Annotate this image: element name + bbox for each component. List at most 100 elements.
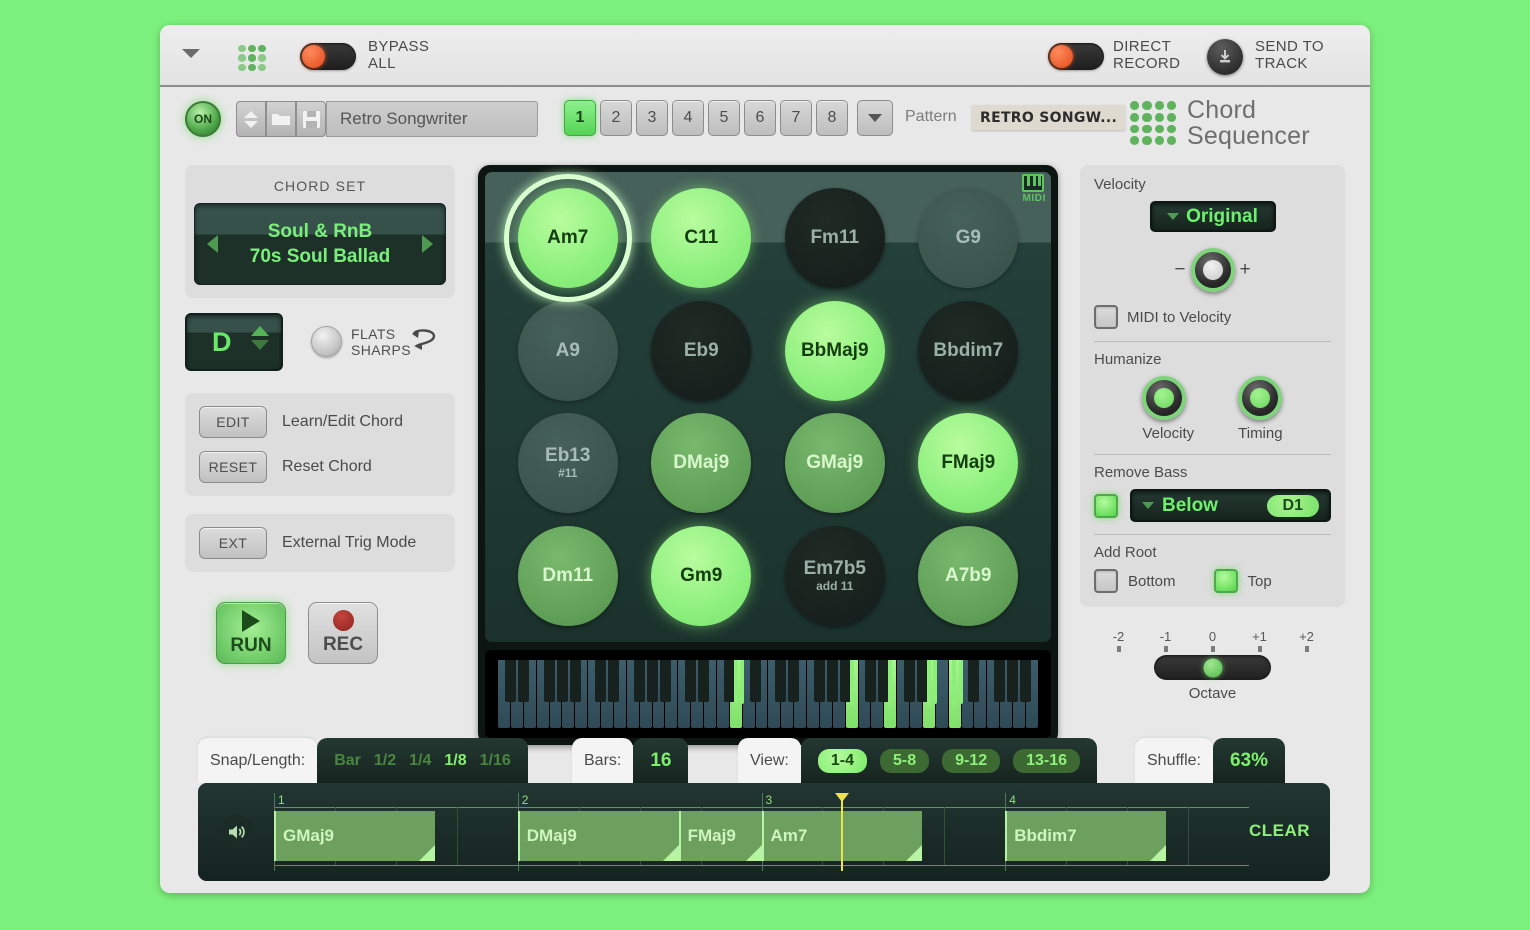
view-option-9-12[interactable]: 9-12 bbox=[942, 748, 1001, 773]
piano-black-key[interactable] bbox=[775, 660, 787, 702]
piano-black-key[interactable] bbox=[958, 660, 963, 704]
key-stepper[interactable] bbox=[251, 326, 269, 350]
view-options[interactable]: 1-4 5-8 9-12 13-16 bbox=[800, 738, 1098, 783]
remove-bass-dropdown[interactable]: Below D1 bbox=[1130, 489, 1331, 522]
chord-pad-cell[interactable]: Eb13 #11 bbox=[501, 407, 635, 520]
bypass-all-toggle[interactable] bbox=[300, 43, 356, 70]
piano-black-key[interactable] bbox=[518, 660, 530, 702]
pattern-dropdown-button[interactable] bbox=[857, 100, 893, 136]
snap-option-1-2[interactable]: 1/2 bbox=[374, 752, 396, 770]
open-preset-button[interactable] bbox=[266, 101, 296, 137]
add-root-top-checkbox[interactable] bbox=[1213, 569, 1238, 593]
chord-pad[interactable]: Em7b5 add 11 bbox=[784, 525, 885, 626]
chord-pad[interactable]: Bbdim7 bbox=[918, 300, 1019, 401]
octave-slider-handle[interactable] bbox=[1203, 658, 1222, 677]
chord-pad-cell[interactable]: DMaj9 bbox=[635, 407, 769, 520]
snap-option-1-8[interactable]: 1/8 bbox=[444, 752, 466, 770]
piano-black-key[interactable] bbox=[543, 660, 555, 702]
piano-black-key[interactable] bbox=[595, 660, 607, 702]
piano-black-key[interactable] bbox=[556, 660, 568, 702]
pattern-button-6[interactable]: 6 bbox=[744, 100, 776, 136]
key-selector-display[interactable]: D bbox=[185, 313, 283, 371]
velocity-knob[interactable] bbox=[1190, 248, 1235, 292]
pattern-button-3[interactable]: 3 bbox=[636, 100, 668, 136]
chord-pad[interactable]: Gm9 bbox=[651, 525, 752, 626]
save-preset-button[interactable] bbox=[296, 101, 326, 137]
chord-pad[interactable]: Fm11 bbox=[784, 188, 885, 289]
timeline-track[interactable]: 1 2 3 4 GMaj9 DMaj9 FMaj9 Am7 Bbdim7 bbox=[274, 793, 1249, 871]
key-up-arrow-icon[interactable] bbox=[251, 326, 269, 336]
pattern-button-8[interactable]: 8 bbox=[816, 100, 848, 136]
timeline-playhead[interactable] bbox=[835, 793, 850, 871]
clear-button[interactable]: CLEAR bbox=[1249, 821, 1310, 841]
pattern-button-2[interactable]: 2 bbox=[600, 100, 632, 136]
chord-pad[interactable]: C11 bbox=[651, 188, 752, 289]
preset-stepper-button[interactable] bbox=[236, 101, 266, 137]
timeline-clip[interactable]: DMaj9 bbox=[517, 811, 679, 861]
piano-black-key[interactable] bbox=[633, 660, 645, 702]
shuffle-value-field[interactable]: 63% bbox=[1212, 738, 1285, 783]
chord-pad[interactable]: DMaj9 bbox=[651, 413, 752, 514]
piano-white-key[interactable] bbox=[935, 660, 948, 728]
velocity-mode-dropdown[interactable]: Original bbox=[1149, 201, 1276, 232]
preset-name-field[interactable]: Retro Songwriter bbox=[326, 101, 538, 137]
piano-black-key[interactable] bbox=[865, 660, 877, 702]
power-on-button[interactable]: ON bbox=[185, 101, 221, 137]
piano-black-key[interactable] bbox=[505, 660, 517, 702]
chord-pad[interactable]: BbMaj9 bbox=[784, 300, 885, 401]
chord-pad[interactable]: Eb13 #11 bbox=[517, 413, 618, 514]
chord-pad-cell[interactable]: A9 bbox=[501, 295, 635, 408]
view-option-13-16[interactable]: 13-16 bbox=[1013, 748, 1081, 773]
timeline-clip[interactable]: GMaj9 bbox=[274, 811, 435, 861]
piano-black-key[interactable] bbox=[1019, 660, 1031, 702]
run-button[interactable]: RUN bbox=[216, 602, 286, 664]
chord-pad-cell[interactable]: FMaj9 bbox=[902, 407, 1036, 520]
chord-pad-cell[interactable]: Em7b5 add 11 bbox=[768, 520, 902, 633]
chord-pad-cell[interactable]: GMaj9 bbox=[768, 407, 902, 520]
octave-slider[interactable] bbox=[1154, 655, 1271, 680]
piano-black-key[interactable] bbox=[813, 660, 825, 702]
chord-pad-cell[interactable]: Bbdim7 bbox=[902, 295, 1036, 408]
piano-black-key[interactable] bbox=[685, 660, 697, 702]
piano-black-key[interactable] bbox=[608, 660, 620, 702]
humanize-velocity-knob[interactable] bbox=[1142, 376, 1187, 420]
piano-black-key[interactable] bbox=[698, 660, 710, 702]
edit-chord-button[interactable]: EDIT bbox=[199, 406, 267, 438]
send-to-track-button[interactable] bbox=[1207, 39, 1243, 75]
bars-value-field[interactable]: 16 bbox=[633, 738, 689, 783]
piano-black-key[interactable] bbox=[903, 660, 915, 702]
chord-pad[interactable]: Dm11 bbox=[517, 525, 618, 626]
flats-sharps-knob[interactable] bbox=[311, 326, 342, 357]
chord-pad-cell[interactable]: Eb9 bbox=[635, 295, 769, 408]
direct-record-toggle[interactable] bbox=[1048, 43, 1104, 70]
chord-pad[interactable]: Am7 bbox=[517, 188, 618, 289]
chord-pad-cell[interactable]: Fm11 bbox=[768, 182, 902, 295]
piano-black-key[interactable] bbox=[968, 660, 980, 702]
piano-black-key[interactable] bbox=[646, 660, 658, 702]
cycle-arrow-icon[interactable] bbox=[410, 327, 438, 353]
snap-option-1-4[interactable]: 1/4 bbox=[409, 752, 431, 770]
humanize-timing-knob[interactable] bbox=[1238, 376, 1283, 420]
chord-pad[interactable]: GMaj9 bbox=[784, 413, 885, 514]
pattern-button-7[interactable]: 7 bbox=[780, 100, 812, 136]
piano-black-key[interactable] bbox=[993, 660, 1005, 702]
next-chord-set-arrow-icon[interactable] bbox=[422, 235, 433, 253]
snap-option-1-16[interactable]: 1/16 bbox=[480, 752, 511, 770]
reset-chord-button[interactable]: RESET bbox=[199, 451, 267, 483]
chord-pad-cell[interactable]: C11 bbox=[635, 182, 769, 295]
chord-pad-cell[interactable]: Gm9 bbox=[635, 520, 769, 633]
record-button[interactable]: REC bbox=[308, 602, 378, 664]
snap-option-Bar[interactable]: Bar bbox=[334, 752, 361, 770]
chord-pad[interactable]: FMaj9 bbox=[918, 413, 1019, 514]
timeline-inner[interactable]: 1 2 3 4 GMaj9 DMaj9 FMaj9 Am7 Bbdim7 CLEAR bbox=[198, 783, 1330, 881]
piano-black-key[interactable] bbox=[659, 660, 671, 702]
piano-black-key[interactable] bbox=[839, 660, 851, 702]
view-option-5-8[interactable]: 5-8 bbox=[879, 748, 930, 773]
piano-black-key[interactable] bbox=[826, 660, 838, 702]
pattern-button-1[interactable]: 1 bbox=[564, 100, 596, 136]
piano-black-key[interactable] bbox=[569, 660, 581, 702]
remove-bass-checkbox[interactable] bbox=[1094, 493, 1118, 518]
pattern-button-5[interactable]: 5 bbox=[708, 100, 740, 136]
chord-pad[interactable]: A7b9 bbox=[918, 525, 1019, 626]
chord-pad-cell[interactable]: G9 bbox=[902, 182, 1036, 295]
